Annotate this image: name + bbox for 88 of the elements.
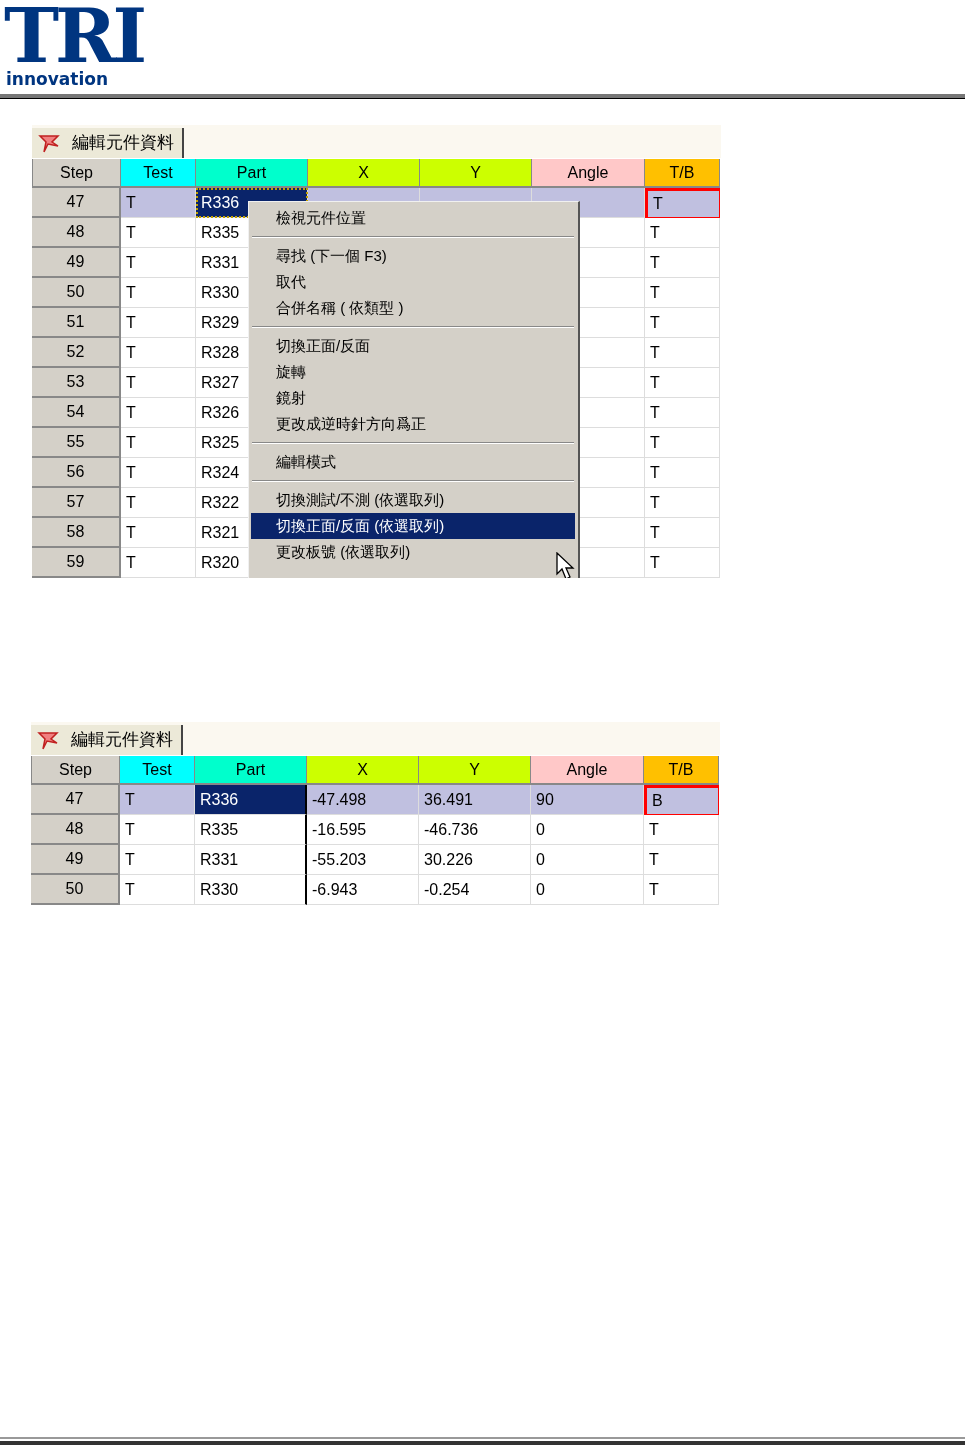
column-header[interactable]: X <box>307 756 419 785</box>
column-header[interactable]: Y <box>419 756 531 785</box>
column-header[interactable]: T/B <box>644 756 719 785</box>
table-cell: T <box>121 428 196 458</box>
panel-tab[interactable]: 編輯元件資料 <box>32 128 184 158</box>
table-cell: -16.595 <box>307 815 419 845</box>
table-cell: 0 <box>531 845 644 875</box>
row-header: 49 <box>32 248 121 278</box>
column-header[interactable]: Angle <box>532 159 645 188</box>
logo-tagline: innovation <box>5 70 108 88</box>
row-header: 59 <box>32 548 121 578</box>
menu-item[interactable]: 切換正面/反面 (依選取列) <box>251 513 575 539</box>
table-cell: T <box>645 278 720 308</box>
table-cell: -0.254 <box>419 875 531 905</box>
table-cell: T <box>644 845 719 875</box>
row-header: 55 <box>32 428 121 458</box>
table-cell: T <box>121 368 196 398</box>
table-cell: T <box>645 488 720 518</box>
table-cell: T <box>121 308 196 338</box>
wand-icon <box>38 132 62 154</box>
table-cell: R330 <box>195 875 307 905</box>
table-cell: T <box>121 458 196 488</box>
column-header[interactable]: Test <box>120 756 195 785</box>
table-cell: R331 <box>195 845 307 875</box>
table-cell: T <box>645 458 720 488</box>
column-header[interactable]: Step <box>31 756 120 785</box>
table-cell: T <box>120 845 195 875</box>
table-cell: T <box>645 308 720 338</box>
row-header: 51 <box>32 308 121 338</box>
row-header: 57 <box>32 488 121 518</box>
table-cell: T <box>121 518 196 548</box>
row-header: 53 <box>32 368 121 398</box>
wand-icon <box>37 729 61 751</box>
column-header[interactable]: Angle <box>531 756 644 785</box>
table-cell: 90 <box>531 785 644 815</box>
logo-mark: TRI <box>4 2 144 70</box>
row-header: 47 <box>31 785 120 815</box>
table-cell: T <box>645 428 720 458</box>
table-cell: 0 <box>531 875 644 905</box>
table-cell: T <box>121 338 196 368</box>
table-cell: T <box>645 248 720 278</box>
table-cell: T <box>121 488 196 518</box>
table-cell: T <box>645 548 720 578</box>
panel-tab[interactable]: 編輯元件資料 <box>31 725 183 755</box>
column-header[interactable]: Part <box>196 159 308 188</box>
table-cell: B <box>644 785 719 815</box>
row-header: 56 <box>32 458 121 488</box>
table-cell: T <box>645 368 720 398</box>
table-cell: T <box>645 188 720 218</box>
table-cell: T <box>645 398 720 428</box>
column-header[interactable]: Part <box>195 756 307 785</box>
table-cell: T <box>121 278 196 308</box>
row-header: 48 <box>32 218 121 248</box>
table-cell: -55.203 <box>307 845 419 875</box>
column-header[interactable]: Y <box>420 159 532 188</box>
table-cell: R336 <box>195 785 307 815</box>
table-cell: T <box>645 338 720 368</box>
row-header: 52 <box>32 338 121 368</box>
table-cell: 36.491 <box>419 785 531 815</box>
row-header: 47 <box>32 188 121 218</box>
table-cell: R335 <box>195 815 307 845</box>
column-header[interactable]: T/B <box>645 159 720 188</box>
table-cell: 0 <box>531 815 644 845</box>
column-header[interactable]: Step <box>32 159 121 188</box>
row-header: 50 <box>31 875 120 905</box>
table-cell: T <box>120 875 195 905</box>
table-cell: T <box>644 875 719 905</box>
column-header[interactable]: X <box>308 159 420 188</box>
table-cell: T <box>120 785 195 815</box>
row-header: 48 <box>31 815 120 845</box>
table-cell: T <box>121 218 196 248</box>
table-cell: T <box>121 548 196 578</box>
column-header[interactable]: Test <box>121 159 196 188</box>
table-cell: -46.736 <box>419 815 531 845</box>
table-cell: T <box>645 218 720 248</box>
table-cell: -6.943 <box>307 875 419 905</box>
table-cell: T <box>120 815 195 845</box>
table-cell: -47.498 <box>307 785 419 815</box>
row-header: 50 <box>32 278 121 308</box>
row-header: 58 <box>32 518 121 548</box>
row-header: 49 <box>31 845 120 875</box>
table-cell: T <box>121 398 196 428</box>
table-cell: T <box>644 815 719 845</box>
row-header: 54 <box>32 398 121 428</box>
table-cell: T <box>121 248 196 278</box>
table-cell: T <box>121 188 196 218</box>
table-cell: 30.226 <box>419 845 531 875</box>
table-cell: T <box>645 518 720 548</box>
